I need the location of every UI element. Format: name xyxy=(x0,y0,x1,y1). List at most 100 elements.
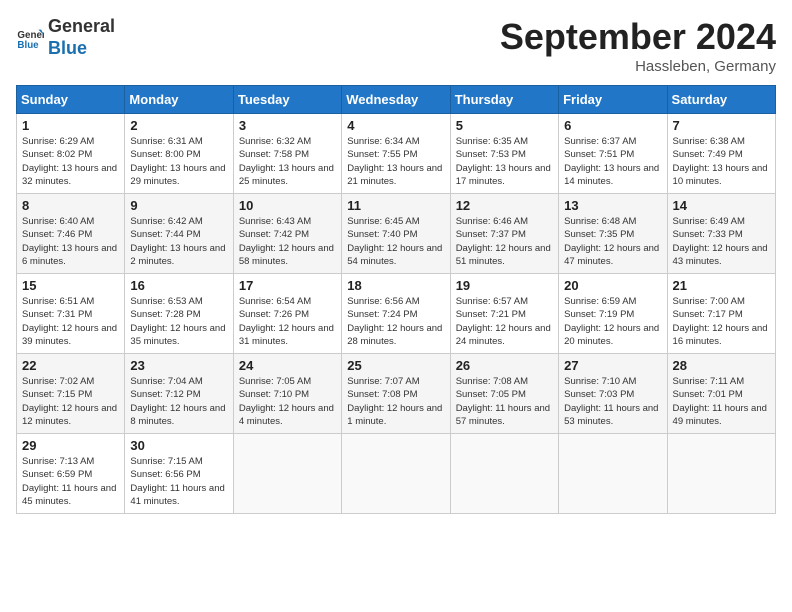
day-info: Sunrise: 7:07 AMSunset: 7:08 PMDaylight:… xyxy=(347,375,444,428)
day-info: Sunrise: 6:51 AMSunset: 7:31 PMDaylight:… xyxy=(22,295,119,348)
day-info: Sunrise: 7:10 AMSunset: 7:03 PMDaylight:… xyxy=(564,375,661,428)
col-header-monday: Monday xyxy=(125,86,233,114)
calendar-cell xyxy=(450,434,558,514)
calendar-cell: 18Sunrise: 6:56 AMSunset: 7:24 PMDayligh… xyxy=(342,274,450,354)
week-row-2: 8 Sunrise: 6:40 AMSunset: 7:46 PMDaylight… xyxy=(17,194,776,274)
calendar-cell: 2 Sunrise: 6:31 AMSunset: 8:00 PMDaylight… xyxy=(125,114,233,194)
day-info: Sunrise: 6:59 AMSunset: 7:19 PMDaylight:… xyxy=(564,295,661,348)
logo: General Blue General Blue xyxy=(16,16,115,59)
month-title: September 2024 xyxy=(500,16,776,58)
calendar-table: SundayMondayTuesdayWednesdayThursdayFrid… xyxy=(16,85,776,514)
day-number: 11 xyxy=(347,198,444,213)
day-number: 20 xyxy=(564,278,661,293)
day-info: Sunrise: 6:29 AMSunset: 8:02 PMDaylight:… xyxy=(22,135,119,188)
day-number: 21 xyxy=(673,278,770,293)
day-info: Sunrise: 6:53 AMSunset: 7:28 PMDaylight:… xyxy=(130,295,227,348)
calendar-cell xyxy=(667,434,775,514)
day-number: 24 xyxy=(239,358,336,373)
week-row-1: 1Sunrise: 6:29 AMSunset: 8:02 PMDaylight… xyxy=(17,114,776,194)
day-number: 15 xyxy=(22,278,119,293)
col-header-sunday: Sunday xyxy=(17,86,125,114)
calendar-cell: 22Sunrise: 7:02 AMSunset: 7:15 PMDayligh… xyxy=(17,354,125,434)
day-number: 23 xyxy=(130,358,227,373)
calendar-cell: 19Sunrise: 6:57 AMSunset: 7:21 PMDayligh… xyxy=(450,274,558,354)
day-number: 6 xyxy=(564,118,661,133)
day-info: Sunrise: 6:48 AMSunset: 7:35 PMDaylight:… xyxy=(564,215,661,268)
header-row: SundayMondayTuesdayWednesdayThursdayFrid… xyxy=(17,86,776,114)
day-number: 16 xyxy=(130,278,227,293)
day-info: Sunrise: 6:54 AMSunset: 7:26 PMDaylight:… xyxy=(239,295,336,348)
col-header-wednesday: Wednesday xyxy=(342,86,450,114)
calendar-cell: 9 Sunrise: 6:42 AMSunset: 7:44 PMDaylight… xyxy=(125,194,233,274)
day-info: Sunrise: 7:02 AMSunset: 7:15 PMDaylight:… xyxy=(22,375,119,428)
day-info: Sunrise: 7:11 AMSunset: 7:01 PMDaylight:… xyxy=(673,375,770,428)
calendar-cell: 23 Sunrise: 7:04 AMSunset: 7:12 PMDayligh… xyxy=(125,354,233,434)
calendar-cell: 12 Sunrise: 6:46 AMSunset: 7:37 PMDayligh… xyxy=(450,194,558,274)
calendar-cell xyxy=(342,434,450,514)
calendar-cell xyxy=(559,434,667,514)
calendar-cell: 24Sunrise: 7:05 AMSunset: 7:10 PMDayligh… xyxy=(233,354,341,434)
calendar-cell: 28Sunrise: 7:11 AMSunset: 7:01 PMDayligh… xyxy=(667,354,775,434)
calendar-cell: 20 Sunrise: 6:59 AMSunset: 7:19 PMDayligh… xyxy=(559,274,667,354)
day-number: 29 xyxy=(22,438,119,453)
title-area: September 2024 Hassleben, Germany xyxy=(500,16,776,75)
day-info: Sunrise: 6:31 AMSunset: 8:00 PMDaylight:… xyxy=(130,135,227,188)
day-number: 17 xyxy=(239,278,336,293)
page-header: General Blue General Blue September 2024… xyxy=(16,16,776,75)
day-info: Sunrise: 7:08 AMSunset: 7:05 PMDaylight:… xyxy=(456,375,553,428)
calendar-cell: 4 Sunrise: 6:34 AMSunset: 7:55 PMDaylight… xyxy=(342,114,450,194)
calendar-cell: 14 Sunrise: 6:49 AMSunset: 7:33 PMDayligh… xyxy=(667,194,775,274)
day-info: Sunrise: 7:00 AMSunset: 7:17 PMDaylight:… xyxy=(673,295,770,348)
col-header-tuesday: Tuesday xyxy=(233,86,341,114)
week-row-3: 15 Sunrise: 6:51 AMSunset: 7:31 PMDayligh… xyxy=(17,274,776,354)
day-number: 10 xyxy=(239,198,336,213)
day-number: 5 xyxy=(456,118,553,133)
day-number: 4 xyxy=(347,118,444,133)
col-header-thursday: Thursday xyxy=(450,86,558,114)
week-row-5: 29 Sunrise: 7:13 AMSunset: 6:59 PMDayligh… xyxy=(17,434,776,514)
day-number: 8 xyxy=(22,198,119,213)
day-info: Sunrise: 6:38 AMSunset: 7:49 PMDaylight:… xyxy=(673,135,770,188)
day-number: 13 xyxy=(564,198,661,213)
calendar-cell: 25 Sunrise: 7:07 AMSunset: 7:08 PMDayligh… xyxy=(342,354,450,434)
day-number: 30 xyxy=(130,438,227,453)
day-info: Sunrise: 6:45 AMSunset: 7:40 PMDaylight:… xyxy=(347,215,444,268)
week-row-4: 22Sunrise: 7:02 AMSunset: 7:15 PMDayligh… xyxy=(17,354,776,434)
calendar-cell: 6 Sunrise: 6:37 AMSunset: 7:51 PMDaylight… xyxy=(559,114,667,194)
calendar-cell: 15 Sunrise: 6:51 AMSunset: 7:31 PMDayligh… xyxy=(17,274,125,354)
calendar-cell: 13 Sunrise: 6:48 AMSunset: 7:35 PMDayligh… xyxy=(559,194,667,274)
calendar-cell: 8 Sunrise: 6:40 AMSunset: 7:46 PMDaylight… xyxy=(17,194,125,274)
day-info: Sunrise: 6:34 AMSunset: 7:55 PMDaylight:… xyxy=(347,135,444,188)
day-number: 9 xyxy=(130,198,227,213)
calendar-cell: 16 Sunrise: 6:53 AMSunset: 7:28 PMDayligh… xyxy=(125,274,233,354)
calendar-cell: 11 Sunrise: 6:45 AMSunset: 7:40 PMDayligh… xyxy=(342,194,450,274)
day-info: Sunrise: 6:43 AMSunset: 7:42 PMDaylight:… xyxy=(239,215,336,268)
day-info: Sunrise: 6:46 AMSunset: 7:37 PMDaylight:… xyxy=(456,215,553,268)
day-number: 14 xyxy=(673,198,770,213)
day-number: 25 xyxy=(347,358,444,373)
day-info: Sunrise: 7:13 AMSunset: 6:59 PMDaylight:… xyxy=(22,455,119,508)
day-number: 7 xyxy=(673,118,770,133)
day-info: Sunrise: 6:49 AMSunset: 7:33 PMDaylight:… xyxy=(673,215,770,268)
calendar-cell: 30 Sunrise: 7:15 AMSunset: 6:56 PMDayligh… xyxy=(125,434,233,514)
day-info: Sunrise: 7:04 AMSunset: 7:12 PMDaylight:… xyxy=(130,375,227,428)
day-info: Sunrise: 6:32 AMSunset: 7:58 PMDaylight:… xyxy=(239,135,336,188)
calendar-cell: 5Sunrise: 6:35 AMSunset: 7:53 PMDaylight… xyxy=(450,114,558,194)
calendar-cell: 7 Sunrise: 6:38 AMSunset: 7:49 PMDaylight… xyxy=(667,114,775,194)
col-header-friday: Friday xyxy=(559,86,667,114)
day-info: Sunrise: 7:15 AMSunset: 6:56 PMDaylight:… xyxy=(130,455,227,508)
logo-icon: General Blue xyxy=(16,24,44,52)
calendar-cell xyxy=(233,434,341,514)
day-info: Sunrise: 6:37 AMSunset: 7:51 PMDaylight:… xyxy=(564,135,661,188)
day-info: Sunrise: 6:42 AMSunset: 7:44 PMDaylight:… xyxy=(130,215,227,268)
day-info: Sunrise: 6:40 AMSunset: 7:46 PMDaylight:… xyxy=(22,215,119,268)
calendar-cell: 21 Sunrise: 7:00 AMSunset: 7:17 PMDayligh… xyxy=(667,274,775,354)
day-info: Sunrise: 6:57 AMSunset: 7:21 PMDaylight:… xyxy=(456,295,553,348)
calendar-cell: 17 Sunrise: 6:54 AMSunset: 7:26 PMDayligh… xyxy=(233,274,341,354)
calendar-cell: 29 Sunrise: 7:13 AMSunset: 6:59 PMDayligh… xyxy=(17,434,125,514)
day-number: 27 xyxy=(564,358,661,373)
location: Hassleben, Germany xyxy=(500,58,776,75)
day-number: 12 xyxy=(456,198,553,213)
day-number: 2 xyxy=(130,118,227,133)
day-info: Sunrise: 6:56 AMSunset: 7:24 PMDaylight:… xyxy=(347,295,444,348)
